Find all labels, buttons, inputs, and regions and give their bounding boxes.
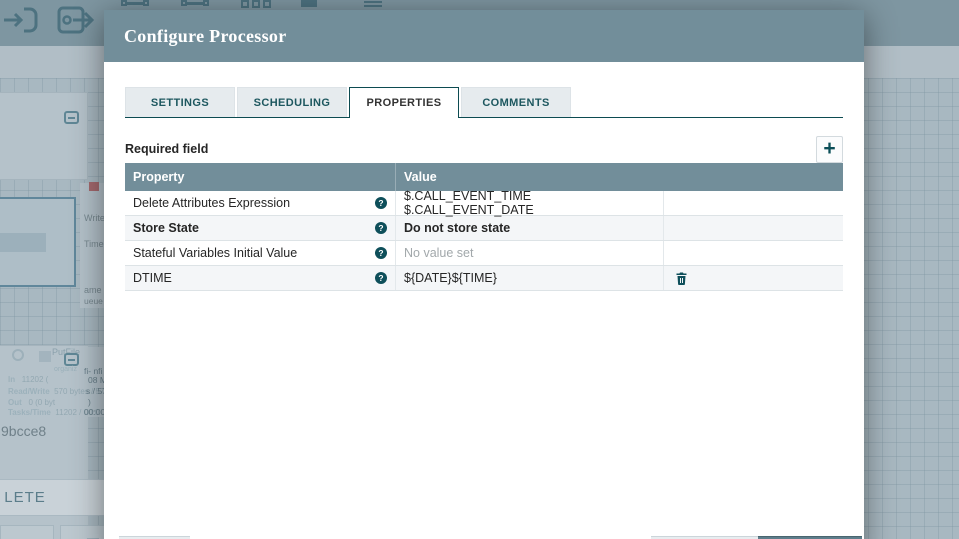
property-name: Delete Attributes Expression — [133, 196, 291, 210]
processor-label-sliver — [0, 233, 46, 252]
stat-row: Out 0 (0 byt — [8, 398, 56, 407]
funnel-toolbar-icon — [181, 0, 209, 8]
template-toolbar-icon — [364, 0, 384, 8]
tab-comments[interactable]: COMMENTS — [461, 87, 571, 117]
stat-fragment: Time — [84, 239, 104, 249]
stat-fragment: ame — [84, 285, 102, 295]
process-group-box — [0, 92, 88, 180]
help-icon[interactable]: ? — [375, 272, 387, 284]
label-toolbar-icon — [301, 0, 317, 8]
processor-icon — [39, 351, 51, 362]
required-field-label: Required field — [125, 142, 209, 156]
row-actions-cell — [664, 191, 843, 215]
property-name: DTIME — [133, 271, 172, 285]
property-value-cell[interactable]: ${DATE}${TIME} — [396, 266, 664, 290]
value-column-header: Value — [404, 170, 437, 184]
processor-type-fragment: organiz — [54, 366, 77, 373]
collapse-icon — [64, 111, 79, 124]
input-port-icon — [4, 7, 38, 33]
row-actions-cell — [664, 266, 843, 290]
property-column-header: Property — [125, 163, 396, 191]
table-header-row: Property Value — [125, 163, 843, 191]
operate-action-box — [60, 525, 110, 539]
stat-fragment: Write — [84, 213, 105, 223]
stat-fragment: 00:00 — [84, 407, 106, 417]
properties-table: Property Value Delete Attributes Express… — [125, 163, 843, 291]
table-row: Store State ? Do not store state — [125, 216, 843, 241]
property-name: Store State — [133, 221, 199, 235]
tab-scheduling[interactable]: SCHEDULING — [237, 87, 347, 117]
property-value-cell[interactable]: $.CALL_EVENT_TIME $.CALL_EVENT_DATE — [396, 189, 664, 217]
configure-processor-dialog: Configure Processor SETTINGS SCHEDULING … — [104, 10, 864, 539]
property-value-cell[interactable]: Do not store state — [396, 216, 664, 240]
dialog-title: Configure Processor — [124, 25, 287, 46]
add-property-button[interactable]: + — [816, 135, 843, 163]
tab-properties[interactable]: PROPERTIES — [349, 87, 459, 118]
refresh-icon — [12, 349, 24, 361]
help-icon[interactable]: ? — [375, 222, 387, 234]
table-row: DTIME ? ${DATE}${TIME} — [125, 266, 843, 291]
component-id-fragment: 9bcce8 — [1, 423, 47, 439]
tab-settings[interactable]: SETTINGS — [125, 87, 235, 117]
output-port-icon — [57, 6, 95, 34]
collapse-icon — [64, 353, 79, 366]
stat-fragment: ) — [88, 397, 91, 407]
delete-property-icon[interactable] — [676, 272, 687, 285]
stat-row: In 11202 ( — [8, 375, 49, 384]
help-icon[interactable]: ? — [375, 247, 387, 259]
dialog-tabs: SETTINGS SCHEDULING PROPERTIES COMMENTS — [125, 87, 843, 118]
stopped-indicator — [89, 182, 99, 191]
delete-button: LETE — [0, 479, 105, 516]
help-icon[interactable]: ? — [375, 197, 387, 209]
dialog-header: Configure Processor — [104, 10, 864, 62]
property-value-cell[interactable]: No value set — [396, 241, 664, 265]
table-row: Stateful Variables Initial Value ? No va… — [125, 241, 843, 266]
processor-toolbar-icon — [121, 0, 149, 8]
operate-action-box — [0, 525, 54, 539]
row-actions-cell — [664, 216, 843, 240]
stat-fragment: ueue — [84, 296, 103, 306]
row-actions-cell — [664, 241, 843, 265]
property-name: Stateful Variables Initial Value — [133, 246, 298, 260]
process-group-toolbar-icon — [241, 0, 273, 8]
table-row: Delete Attributes Expression ? $.CALL_EV… — [125, 189, 843, 217]
